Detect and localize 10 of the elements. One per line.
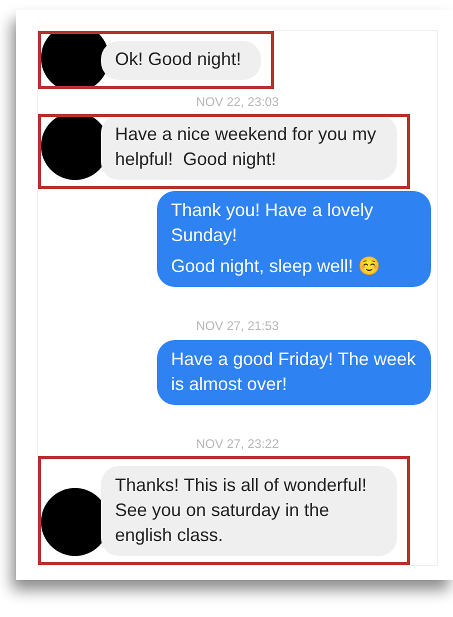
message-text: Good night, sleep well! ☺ bbox=[171, 255, 382, 278]
timestamp: NOV 27, 21:53 bbox=[196, 319, 279, 334]
message-bubble: Ok! Good night! bbox=[101, 40, 262, 80]
message-bubble: Have a nice weekend for you my helpful! Good night! bbox=[101, 116, 397, 180]
avatar-circle bbox=[41, 34, 109, 86]
message-bubble: Thanks! This is all of wonderful! See you on saturday in the english class. bbox=[101, 466, 397, 556]
timestamp: NOV 27, 23:22 bbox=[196, 437, 279, 452]
timestamp: NOV 22, 23:03 bbox=[196, 94, 279, 108]
message-text: Thank you! Have a lovely Sunday! bbox=[171, 199, 374, 248]
message-bubble: Have a good Friday! The week is almost over! bbox=[157, 340, 431, 406]
